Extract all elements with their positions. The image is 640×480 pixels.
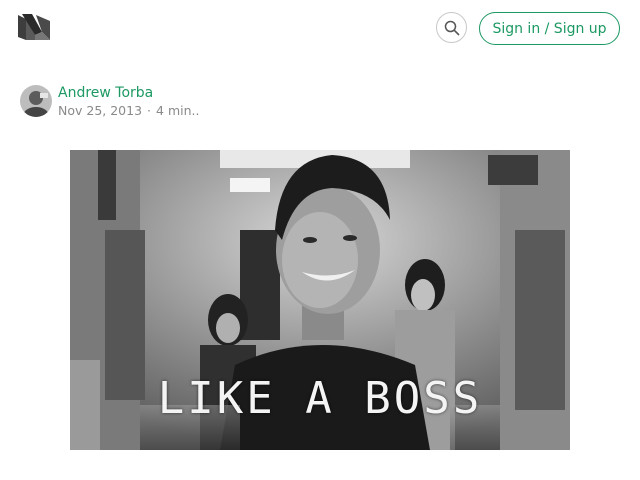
hero-caption: LIKE A BOSS bbox=[157, 373, 483, 424]
search-icon bbox=[444, 20, 459, 35]
post-date: Nov 25, 2013 bbox=[58, 103, 143, 118]
author-name-link[interactable]: Andrew Torba bbox=[58, 85, 153, 101]
signin-button[interactable]: Sign in / Sign up bbox=[479, 12, 620, 45]
medium-logo-icon[interactable] bbox=[18, 13, 51, 41]
author-avatar[interactable] bbox=[20, 85, 52, 117]
read-time: 4 min.. bbox=[156, 103, 200, 118]
page: Sign in / Sign up Andrew Torba Nov 25, 2… bbox=[0, 0, 640, 480]
post-meta: Nov 25, 2013 · 4 min.. bbox=[58, 103, 199, 118]
hero-image: LIKE A BOSS bbox=[70, 150, 570, 450]
meta-separator: · bbox=[147, 103, 152, 118]
search-button[interactable] bbox=[436, 12, 467, 43]
